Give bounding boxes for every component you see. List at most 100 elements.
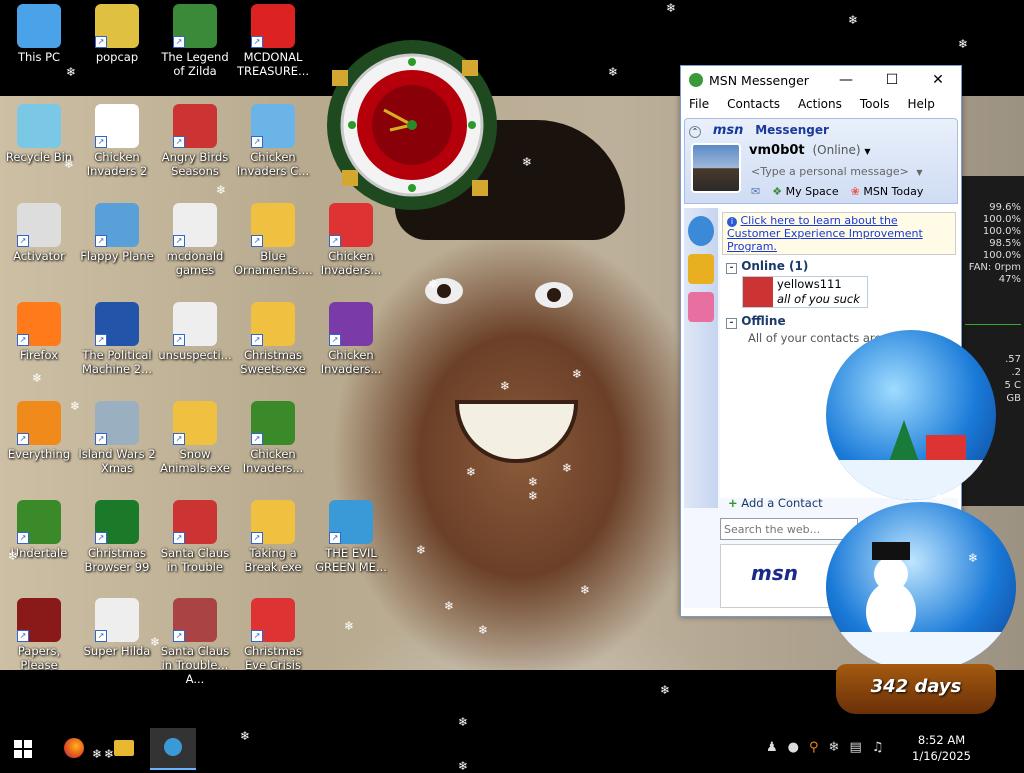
snowflake-icon: ❄ <box>666 1 677 15</box>
desktop-icon[interactable]: ↗ Blue Ornaments.... <box>234 203 313 277</box>
avatar[interactable] <box>691 143 741 193</box>
maximize-button[interactable]: ☐ <box>869 72 915 88</box>
msn-brand-product: Messenger <box>755 123 829 137</box>
collapse-icon[interactable]: ⌃ <box>689 126 701 138</box>
menu-file[interactable]: File <box>689 97 709 111</box>
desktop-icon[interactable]: ↗ Chicken Invaders... <box>234 401 312 475</box>
desktop-icon[interactable]: ↗ MCDONAL TREASURE... <box>234 4 312 78</box>
my-space-link[interactable]: ❖ My Space <box>772 185 838 198</box>
christmas-clock-widget[interactable] <box>312 40 512 230</box>
taskbar-msn-button[interactable] <box>150 728 196 770</box>
contact-avatar <box>743 277 773 307</box>
desktop-icon[interactable]: ↗ Taking a Break.exe <box>234 500 312 574</box>
start-button[interactable] <box>14 740 32 758</box>
shortcut-arrow-icon: ↗ <box>251 433 263 445</box>
my-space-icon: ❖ <box>772 185 783 198</box>
shortcut-arrow-icon: ↗ <box>95 235 107 247</box>
app-icon: ↗ <box>251 4 295 48</box>
online-status[interactable]: (Online) <box>812 143 860 157</box>
desktop-icon[interactable]: ↗ The Legend of Zilda <box>156 4 234 78</box>
search-input[interactable] <box>720 518 858 540</box>
ceip-banner[interactable]: i Click here to learn about the Customer… <box>722 212 956 255</box>
desktop-icon[interactable]: ↗ Firefox <box>0 302 78 362</box>
msn-title-bar[interactable]: MSN Messenger — ☐ ✕ <box>681 66 961 94</box>
taskbar-clock[interactable]: 8:52 AM 1/16/2025 <box>912 732 971 764</box>
desktop-icon[interactable]: ↗ Santa Claus in Trouble... A... <box>156 598 234 686</box>
menu-contacts[interactable]: Contacts <box>727 97 780 111</box>
msn-logo-icon <box>689 73 703 87</box>
contact-item[interactable]: yellows111 all of you suck <box>742 276 868 308</box>
desktop-icon[interactable]: ↗ Papers, Please <box>0 598 78 672</box>
shortcut-arrow-icon: ↗ <box>17 630 29 642</box>
collapse-offline-icon[interactable]: - <box>726 318 737 329</box>
ceip-link[interactable]: Click here to learn about the Customer E… <box>727 214 923 253</box>
menu-actions[interactable]: Actions <box>798 97 842 111</box>
desktop-icon[interactable]: ↗ Snow Animals.exe <box>156 401 234 475</box>
gadget-reading: 100.0% <box>982 226 1021 237</box>
msn-today-link[interactable]: ❀ MSN Today <box>851 185 924 198</box>
desktop-icon-label: Chicken Invaders... <box>320 348 382 376</box>
mail-icon[interactable]: ✉ <box>751 185 760 198</box>
snowflake-icon: ❄ <box>344 619 355 633</box>
desktop-icon[interactable]: ↗ Christmas Browser 99 <box>78 500 156 574</box>
taskbar-firefox-icon[interactable] <box>64 738 84 758</box>
taskbar-explorer-icon[interactable] <box>114 740 134 756</box>
app-icon: ↗ <box>173 203 217 247</box>
snow-globe-widget[interactable] <box>826 330 996 500</box>
gadget-reading: 100.0% <box>982 250 1021 261</box>
minimize-button[interactable]: — <box>823 72 869 88</box>
desktop-icon[interactable]: ↗ popcap <box>78 4 156 64</box>
desktop-icon[interactable]: ↗ Christmas Sweets.exe <box>234 302 312 376</box>
personal-message-dropdown-icon[interactable]: ▼ <box>916 168 922 177</box>
desktop-icon[interactable]: This PC <box>0 4 78 64</box>
desktop-icon[interactable]: ↗ Chicken Invaders... <box>312 302 390 376</box>
group-offline[interactable]: Offline <box>741 314 785 328</box>
personal-message-input[interactable]: <Type a personal message> <box>751 165 909 178</box>
desktop-icon[interactable]: ↗ Everything <box>0 401 78 461</box>
desktop-icon[interactable]: ↗ mcdonald games <box>156 203 234 277</box>
drop-icon[interactable]: ● <box>788 740 799 755</box>
desktop-icon[interactable]: ↗ Santa Claus in Trouble <box>156 500 234 574</box>
desktop-icon[interactable]: ↗ Christmas Eve Crisis <box>234 598 312 672</box>
snowflake-icon: ❄ <box>150 635 161 649</box>
search-tray-icon[interactable]: ⚲ <box>809 740 819 755</box>
snowflake-icon[interactable]: ❄ <box>829 740 840 755</box>
desktop-icon[interactable]: ↗ THE EVIL GREEN ME... <box>312 500 390 574</box>
alerts-tab-icon[interactable] <box>688 254 714 284</box>
desktop-icon-label: Christmas Eve Crisis <box>244 644 302 672</box>
desktop-icon[interactable]: ↗ Super Hilda <box>78 598 156 658</box>
msn-brand: msn <box>712 123 744 138</box>
status-dropdown-icon[interactable]: ▼ <box>864 147 870 156</box>
snowflake-icon: ❄ <box>92 747 103 761</box>
collapse-group-icon[interactable]: - <box>726 263 737 274</box>
desktop-icon[interactable]: ↗ The Political Machine 2... <box>78 302 156 376</box>
network-icon[interactable]: ▤ <box>849 740 861 755</box>
app-icon: ↗ <box>17 302 61 346</box>
menu-tools[interactable]: Tools <box>860 97 890 111</box>
menu-help[interactable]: Help <box>907 97 934 111</box>
desktop-icon[interactable]: ↗ Chicken Invaders C... <box>234 104 312 178</box>
snowflake-icon: ❄ <box>580 583 591 597</box>
app-icon: ↗ <box>251 104 295 148</box>
desktop-icon[interactable]: ↗ Activator <box>0 203 78 263</box>
desktop-icon[interactable]: ↗ Island Wars 2 Xmas <box>78 401 156 475</box>
desktop-icon[interactable]: Recycle Bin <box>0 104 78 164</box>
snowman-globe-widget[interactable] <box>826 502 1016 672</box>
app-icon: ↗ <box>329 500 373 544</box>
plus-icon: + <box>728 496 738 510</box>
shortcut-arrow-icon: ↗ <box>95 630 107 642</box>
contacts-tab-icon[interactable] <box>688 216 714 246</box>
group-online[interactable]: Online (1) <box>741 259 808 273</box>
desktop-icon[interactable]: ↗ Angry Birds Seasons <box>156 104 234 178</box>
desktop-icon[interactable]: ↗ Chicken Invaders 2 <box>78 104 156 178</box>
desktop-icon[interactable]: ↗ unsuspecti... <box>156 302 234 362</box>
close-button[interactable]: ✕ <box>915 72 961 88</box>
people-icon[interactable]: ♟ <box>766 740 778 755</box>
volume-icon[interactable]: ♫ <box>872 740 884 755</box>
tabs-tab-icon[interactable] <box>688 292 714 322</box>
desktop-icon[interactable]: ↗ Flappy Plane <box>78 203 156 263</box>
globe-base[interactable]: 342 days <box>836 664 996 714</box>
username[interactable]: vm0b0t <box>749 143 805 158</box>
add-contact-link[interactable]: + Add a Contact <box>728 496 823 510</box>
app-icon: ↗ <box>95 598 139 642</box>
